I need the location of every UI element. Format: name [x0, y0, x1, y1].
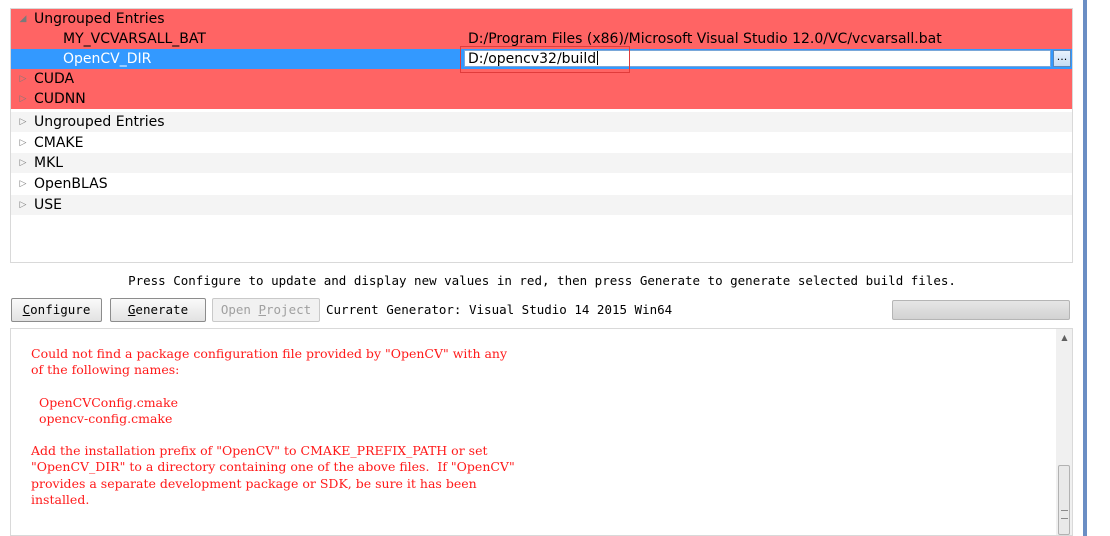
generate-button[interactable]: Generate	[110, 298, 206, 322]
mnemonic: P	[258, 302, 266, 317]
open-project-button[interactable]: Open Project	[212, 298, 320, 322]
output-vertical-scrollbar[interactable]: ▲	[1056, 329, 1072, 535]
output-log-text: Could not find a package configuration f…	[31, 346, 515, 507]
collapsed-triangle-icon[interactable]: ▷	[16, 153, 30, 173]
collapsed-triangle-icon[interactable]: ▷	[16, 195, 30, 215]
window-border	[1083, 0, 1087, 536]
browse-button[interactable]: ...	[1053, 50, 1071, 67]
group-label: Ungrouped Entries	[34, 114, 165, 130]
group-label: Ungrouped Entries	[34, 11, 165, 27]
group-label: CUDA	[34, 71, 75, 87]
group-ungrouped-entries[interactable]: ▷ Ungrouped Entries	[11, 112, 1072, 132]
expanded-triangle-icon[interactable]: ◢	[16, 9, 30, 29]
group-cmake[interactable]: ▷ CMAKE	[11, 133, 1072, 153]
group-ungrouped-entries-expanded[interactable]: ◢ Ungrouped Entries	[11, 9, 1072, 29]
collapsed-triangle-icon[interactable]: ▷	[16, 89, 30, 109]
group-openblas[interactable]: ▷ OpenBLAS	[11, 174, 1072, 194]
button-label: Open	[220, 302, 259, 317]
button-label: roject	[266, 302, 312, 317]
current-generator-label: Current Generator: Visual Studio 14 2015…	[326, 302, 673, 317]
group-label: MKL	[34, 155, 64, 171]
output-log[interactable]: Could not find a package configuration f…	[10, 328, 1073, 536]
progress-bar	[892, 300, 1070, 320]
collapsed-triangle-icon[interactable]: ▷	[16, 112, 30, 132]
group-mkl[interactable]: ▷ MKL	[11, 153, 1072, 173]
entry-name: MY_VCVARSALL_BAT	[63, 31, 206, 47]
scrollbar-thumb[interactable]	[1058, 465, 1070, 535]
annotation-highlight-box	[460, 46, 630, 73]
collapsed-triangle-icon[interactable]: ▷	[16, 174, 30, 194]
button-label: onfigure	[30, 302, 91, 317]
configure-button[interactable]: Configure	[11, 298, 102, 322]
grip-icon	[1061, 510, 1068, 519]
group-label: CMAKE	[34, 135, 84, 151]
button-label: enerate	[135, 302, 189, 317]
collapsed-triangle-icon[interactable]: ▷	[16, 69, 30, 89]
group-cudnn[interactable]: ▷ CUDNN	[11, 89, 1072, 109]
group-use[interactable]: ▷ USE	[11, 195, 1072, 215]
group-label: CUDNN	[34, 91, 86, 107]
entry-name: OpenCV_DIR	[63, 51, 152, 67]
group-label: OpenBLAS	[34, 176, 108, 192]
hint-text: Press Configure to update and display ne…	[128, 273, 956, 288]
scroll-up-arrow-icon[interactable]: ▲	[1056, 333, 1072, 342]
group-label: USE	[34, 197, 62, 213]
collapsed-triangle-icon[interactable]: ▷	[16, 133, 30, 153]
